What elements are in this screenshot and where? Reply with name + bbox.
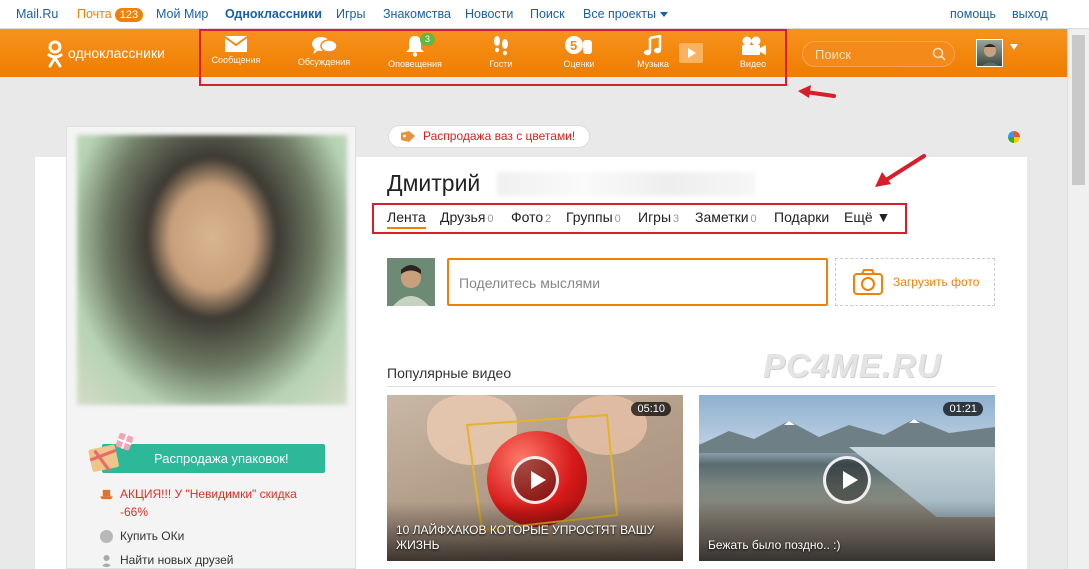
person-icon <box>101 555 112 567</box>
topbar-link-mail-label: Почта <box>77 7 112 21</box>
tab-friends-label: Друзья <box>440 209 486 225</box>
tab-notes[interactable]: Заметки 0 <box>695 209 757 225</box>
annotation-arrow-tabs <box>875 154 926 187</box>
topbar-link-search[interactable]: Поиск <box>530 7 565 21</box>
tab-friends-count: 0 <box>487 213 494 225</box>
profile-surname-blurred <box>497 172 755 196</box>
search-input[interactable] <box>815 46 925 62</box>
sidebar-invisible-sale-line1: АКЦИЯ!!! У "Невидимки" скидка <box>120 487 297 501</box>
sidebar-find-friends-link[interactable]: Найти новых друзей <box>100 553 300 569</box>
annotation-arrow-header <box>798 85 836 98</box>
share-thoughts-input[interactable] <box>459 273 799 293</box>
watermark: PC4ME.RU <box>763 347 942 384</box>
sale-banner-pill[interactable]: Распродажа ваз с цветами! <box>388 125 590 148</box>
sidebar-invisible-sale-line2: -66% <box>120 505 149 519</box>
sidebar-promo[interactable]: Распродажа упаковок! <box>88 432 326 475</box>
topbar-link-games[interactable]: Игры <box>336 7 365 21</box>
hat-icon <box>100 489 113 500</box>
tab-notes-count: 0 <box>750 213 757 225</box>
topbar-link-dating[interactable]: Знакомства <box>383 7 451 21</box>
video-title[interactable]: Бежать было поздно.. :) <box>708 538 978 553</box>
composer-box <box>447 258 828 306</box>
profile-name: Дмитрий <box>387 170 481 196</box>
tab-photos-count: 2 <box>545 213 552 225</box>
highlight-box-header-nav <box>199 29 787 86</box>
sale-banner-text: Распродажа ваз с цветами! <box>423 129 576 143</box>
user-avatar-image <box>982 44 999 66</box>
topbar-link-all-projects[interactable]: Все проекты <box>583 7 668 21</box>
ok-logo[interactable]: одноклассники <box>47 39 197 69</box>
scrollbar-thumb[interactable] <box>1072 35 1085 185</box>
topbar-link-mail[interactable]: Почта 123 <box>77 7 144 22</box>
tab-photos[interactable]: Фото 2 <box>511 209 551 225</box>
page-scrollbar[interactable] <box>1067 29 1089 569</box>
video-card[interactable]: 01:21 Бежать было поздно.. :) <box>699 395 995 561</box>
tab-notes-label: Заметки <box>695 209 749 225</box>
tab-more-label: Ещё ▼ <box>844 209 891 225</box>
profile-photo[interactable] <box>77 135 347 405</box>
topbar-link-mymir[interactable]: Мой Мир <box>156 7 208 21</box>
tab-gifts[interactable]: Подарки <box>774 209 829 225</box>
video-card[interactable]: 05:10 10 ЛАЙФХАКОВ КОТОРЫЕ УПРОСТЯТ ВАШУ… <box>387 395 683 561</box>
gift-icon <box>88 432 134 472</box>
video-duration: 01:21 <box>943 402 983 416</box>
price-tag-icon <box>401 131 415 142</box>
portal-topbar: Mail.Ru Почта 123 Мой Мир Одноклассники И… <box>0 0 1089 29</box>
tab-feed-label: Лента <box>387 209 426 225</box>
video-title[interactable]: 10 ЛАЙФХАКОВ КОТОРЫЕ УПРОСТЯТ ВАШУ ЖИЗНЬ <box>396 523 666 553</box>
tab-gifts-label: Подарки <box>774 209 830 225</box>
play-icon[interactable] <box>511 456 559 504</box>
topbar-link-news[interactable]: Новости <box>465 7 513 21</box>
search-icon[interactable] <box>932 47 946 61</box>
sidebar-invisible-sale-link[interactable]: АКЦИЯ!!! У "Невидимки" скидка -66% <box>100 487 330 521</box>
tab-groups-label: Группы <box>566 209 613 225</box>
sidebar-buy-ok-label: Купить ОКи <box>120 529 185 543</box>
coins-icon <box>100 530 113 543</box>
user-avatar-thumbnail[interactable] <box>976 39 1003 67</box>
topbar-link-odnoklassniki[interactable]: Одноклассники <box>225 7 322 21</box>
search-box <box>802 41 955 67</box>
account-menu-chevron-icon[interactable] <box>1010 44 1018 50</box>
topbar-link-mailru[interactable]: Mail.Ru <box>16 7 58 21</box>
composer-avatar-image <box>387 258 435 306</box>
theme-color-icon[interactable] <box>1008 131 1020 143</box>
tab-more[interactable]: Ещё ▼ <box>844 209 890 225</box>
tab-groups-count: 0 <box>614 213 621 225</box>
sidebar-buy-ok-link[interactable]: Купить ОКи <box>100 529 300 545</box>
ok-logo-text: одноклассники <box>68 45 165 61</box>
tab-games[interactable]: Игры 3 <box>638 209 679 225</box>
sidebar-find-friends-label: Найти новых друзей <box>120 553 234 567</box>
video-duration: 05:10 <box>631 402 671 416</box>
tab-feed[interactable]: Лента <box>387 209 426 229</box>
play-icon[interactable] <box>823 456 871 504</box>
logout-link[interactable]: выход <box>1012 7 1048 21</box>
popular-videos-title: Популярные видео <box>387 365 512 381</box>
ok-logo-icon <box>47 40 63 68</box>
composer-avatar[interactable] <box>387 258 435 306</box>
chevron-down-icon <box>659 12 668 18</box>
upload-photo-label: Загрузить фото <box>893 275 980 289</box>
section-divider <box>387 386 995 387</box>
all-projects-label: Все проекты <box>583 7 656 21</box>
help-link[interactable]: помощь <box>950 7 996 21</box>
tab-photos-label: Фото <box>511 209 544 225</box>
tab-groups[interactable]: Группы 0 <box>566 209 621 225</box>
mail-count-badge: 123 <box>114 8 144 22</box>
tab-games-label: Игры <box>638 209 672 225</box>
tab-games-count: 3 <box>673 213 680 225</box>
upload-photo-button[interactable]: Загрузить фото <box>835 258 995 306</box>
camera-icon <box>853 269 883 295</box>
tab-friends[interactable]: Друзья 0 <box>440 209 494 225</box>
